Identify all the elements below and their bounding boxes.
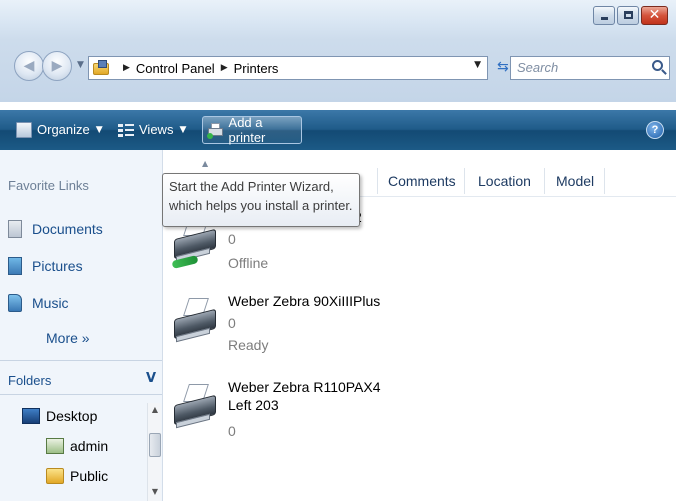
- add-printer-tooltip: Start the Add Printer Wizard, which help…: [162, 173, 360, 227]
- recent-pages-dropdown[interactable]: ▼: [77, 60, 84, 70]
- organize-button[interactable]: Organize ▼: [16, 110, 103, 150]
- breadcrumb-separator-icon[interactable]: ▶: [123, 63, 130, 73]
- refresh-icon[interactable]: ⇆: [497, 59, 509, 75]
- organize-icon: [16, 122, 32, 138]
- help-icon[interactable]: ?: [646, 121, 664, 139]
- favorite-link-label: Documents: [32, 221, 103, 237]
- favorite-link-music[interactable]: Music: [8, 294, 69, 312]
- printer-name: Weber Zebra 90XiIIIPlus: [228, 293, 381, 309]
- search-icon[interactable]: [652, 60, 663, 71]
- column-header-model[interactable]: Model: [556, 166, 594, 196]
- desktop-icon: [22, 408, 40, 424]
- column-separator[interactable]: [464, 168, 465, 194]
- address-row: ◀ ▶ ▼ ▶ Control Panel ▶ Printers ▼ ⇆ Sea…: [0, 40, 676, 102]
- views-icon: [118, 122, 134, 138]
- back-button[interactable]: ◀: [14, 51, 44, 81]
- user-folder-icon: [46, 438, 64, 454]
- back-arrow-icon: ◀: [23, 58, 35, 74]
- address-bar[interactable]: ▶ Control Panel ▶ Printers ▼: [88, 56, 488, 80]
- favorite-links-heading: Favorite Links: [8, 178, 89, 193]
- folders-scrollbar[interactable]: ▲ ▼: [147, 403, 161, 501]
- sort-ascending-icon: ▲: [202, 159, 209, 168]
- maximize-icon: [624, 11, 633, 19]
- close-button[interactable]: ✕: [641, 6, 668, 25]
- pane-divider: [0, 394, 162, 395]
- command-bar: Organize ▼ Views ▼ Add a printer ?: [0, 110, 676, 150]
- pane-divider: [0, 360, 162, 361]
- column-separator[interactable]: [377, 168, 378, 194]
- tree-item-label: Desktop: [46, 408, 98, 424]
- favorite-link-documents[interactable]: Documents: [8, 220, 103, 238]
- address-dropdown-icon[interactable]: ▼: [474, 60, 481, 70]
- scroll-down-icon[interactable]: ▼: [148, 487, 162, 496]
- printer-icon: [172, 384, 220, 434]
- window-controls: ✕: [593, 6, 668, 25]
- printer-status: Ready: [228, 337, 269, 353]
- scroll-up-icon[interactable]: ▲: [148, 405, 162, 414]
- breadcrumb-control-panel[interactable]: Control Panel: [136, 61, 215, 76]
- tree-item-label: admin: [70, 438, 109, 454]
- column-header-comments[interactable]: Comments: [388, 166, 456, 196]
- more-links-button[interactable]: More »: [46, 330, 90, 346]
- close-icon: ✕: [648, 7, 661, 23]
- folder-icon: [46, 468, 64, 484]
- folders-heading[interactable]: Folders: [8, 373, 51, 388]
- organize-label: Organize: [37, 122, 90, 137]
- printer-documents-count: 0: [228, 315, 236, 331]
- printer-item[interactable]: Weber Zebra 90XiIIIPlus 0 Ready: [172, 292, 472, 378]
- favorite-link-label: Music: [32, 295, 69, 311]
- maximize-button[interactable]: [617, 6, 639, 25]
- favorite-link-pictures[interactable]: Pictures: [8, 257, 83, 275]
- control-panel-icon: [93, 60, 111, 76]
- add-printer-button[interactable]: Add a printer: [202, 115, 302, 145]
- forward-button[interactable]: ▶: [42, 51, 72, 81]
- minimize-button[interactable]: [593, 6, 615, 25]
- add-printer-label: Add a printer: [228, 115, 266, 145]
- music-icon: [8, 294, 22, 312]
- breadcrumb-printers[interactable]: Printers: [234, 61, 279, 76]
- chevron-down-icon: ▼: [95, 125, 103, 135]
- add-printer-icon: [207, 122, 225, 139]
- forward-arrow-icon: ▶: [51, 58, 63, 74]
- printer-name: Weber Zebra R110PAX4 Left 203: [228, 379, 381, 413]
- scrollbar-thumb[interactable]: [149, 433, 161, 457]
- chevron-down-icon: ▼: [179, 125, 187, 135]
- views-button[interactable]: Views ▼: [118, 110, 186, 150]
- printer-status: Offline: [228, 255, 269, 271]
- favorite-link-label: Pictures: [32, 258, 83, 274]
- tree-item-desktop[interactable]: Desktop: [22, 408, 97, 424]
- minimize-icon: [601, 17, 608, 20]
- tree-item-admin[interactable]: admin: [46, 438, 108, 454]
- chevron-down-icon[interactable]: V: [146, 371, 156, 386]
- search-input[interactable]: Search: [510, 56, 670, 80]
- printer-documents-count: 0: [228, 231, 236, 247]
- printer-icon: [172, 298, 220, 348]
- views-label: Views: [139, 122, 174, 137]
- tree-item-public[interactable]: Public: [46, 468, 108, 484]
- tree-item-label: Public: [70, 468, 109, 484]
- column-separator[interactable]: [604, 168, 605, 194]
- navigation-pane: Favorite Links Documents Pictures Music …: [0, 150, 163, 501]
- printer-documents-count: 0: [228, 423, 236, 439]
- pictures-icon: [8, 257, 22, 275]
- breadcrumb-separator-icon[interactable]: ▶: [221, 63, 228, 73]
- printer-item[interactable]: Weber Zebra R110PAX4 Left 203 0: [172, 378, 472, 464]
- documents-icon: [8, 220, 22, 238]
- column-header-location[interactable]: Location: [478, 166, 531, 196]
- title-bar: ✕: [0, 0, 676, 40]
- search-placeholder: Search: [517, 60, 559, 75]
- column-separator[interactable]: [544, 168, 545, 194]
